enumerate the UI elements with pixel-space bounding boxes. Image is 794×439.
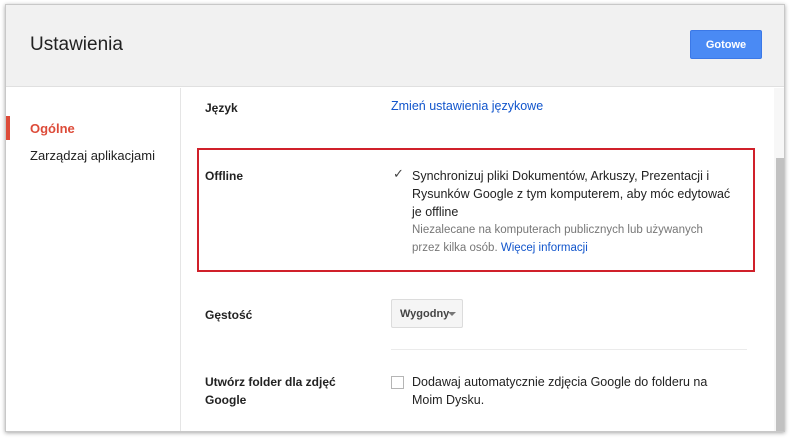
offline-text-line2: Rysunków Google z tym komputerem, aby mó… (412, 187, 731, 201)
settings-content: Język Zmień ustawienia językowe Offline … (182, 88, 774, 431)
checkmark-icon: ✓ (393, 166, 404, 181)
offline-note-line2: przez kilka osób. Więcej informacji (412, 239, 588, 257)
settings-sidebar: Ogólne Zarządzaj aplikacjami (6, 88, 181, 431)
photos-label-line1: Utwórz folder dla zdjęć (205, 375, 336, 389)
photos-checkbox[interactable] (391, 376, 404, 389)
density-selected-value: Wygodny (400, 307, 450, 320)
scrollbar[interactable] (774, 88, 784, 431)
sidebar-item-label: Zarządzaj aplikacjami (30, 147, 155, 163)
change-language-link[interactable]: Zmień ustawienia językowe (391, 99, 543, 113)
photos-text-line2: Moim Dysku. (412, 393, 485, 407)
offline-text-line1: Synchronizuj pliki Dokumentów, Arkuszy, … (412, 169, 710, 183)
offline-checkbox[interactable]: ✓ (391, 166, 404, 182)
done-button[interactable]: Gotowe (690, 30, 762, 59)
language-label: Język (205, 101, 238, 115)
offline-label: Offline (205, 169, 243, 183)
photos-text-line1: Dodawaj automatycznie zdjęcia Google do … (412, 375, 708, 389)
photos-label-line2: Google (205, 393, 247, 407)
dialog-header: Ustawienia Gotowe (6, 5, 784, 87)
density-dropdown[interactable]: Wygodny (391, 299, 463, 328)
density-label: Gęstość (205, 308, 253, 322)
offline-text-line3: je offline (412, 205, 459, 219)
offline-note-text: przez kilka osób. (412, 242, 498, 254)
sidebar-item-manage-apps[interactable]: Zarządzaj aplikacjami (6, 142, 180, 168)
divider (391, 349, 747, 350)
sidebar-item-general[interactable]: Ogólne (6, 115, 180, 141)
chevron-down-icon (448, 312, 456, 316)
offline-note-line1: Niezalecane na komputerach publicznych l… (412, 224, 703, 236)
scrollbar-thumb[interactable] (776, 158, 784, 431)
sidebar-item-label: Ogólne (30, 120, 75, 136)
more-info-link[interactable]: Więcej informacji (501, 242, 588, 254)
settings-dialog: Ustawienia Gotowe Ogólne Zarządzaj aplik… (5, 4, 785, 432)
page-title: Ustawienia (30, 34, 123, 55)
